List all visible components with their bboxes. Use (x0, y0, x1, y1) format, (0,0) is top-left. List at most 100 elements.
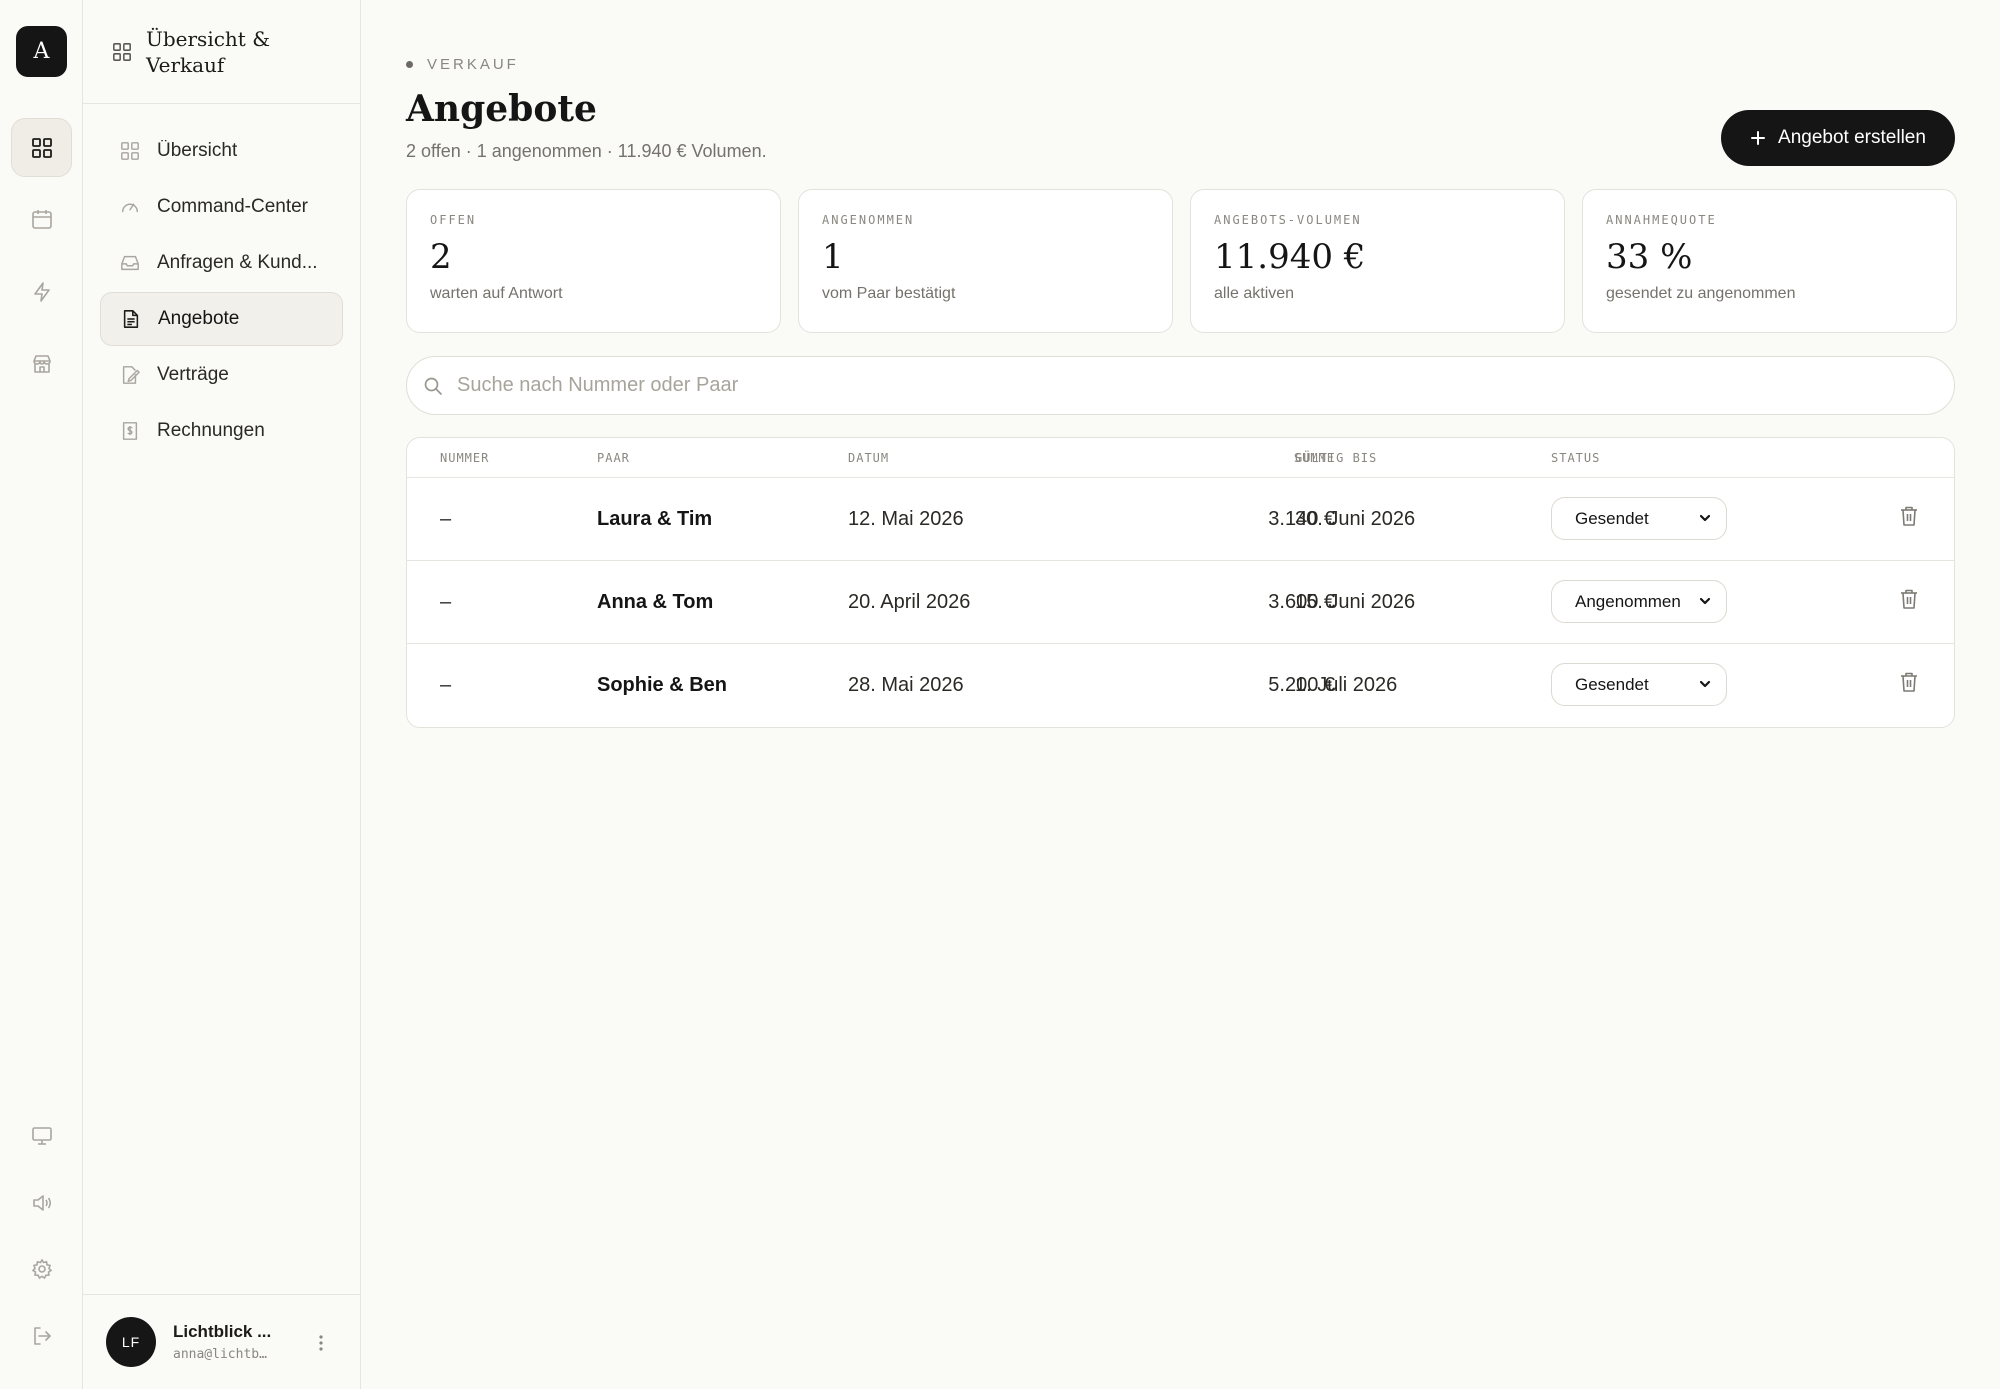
offer-date: 28. Mai 2026 (848, 674, 964, 696)
stat-caption: vom Paar bestätigt (822, 285, 956, 302)
rail-bolt-button[interactable] (11, 262, 72, 321)
status-value: Gesendet (1575, 508, 1649, 528)
store-icon (31, 353, 53, 375)
offer-valid-until: 15. Juni 2026 (1295, 591, 1416, 613)
monitor-icon (31, 1125, 53, 1147)
offer-number: – (440, 591, 452, 613)
stat-card-annahmequote: ANNAHMEQUOTE 33 % gesendet zu angenommen (1582, 189, 1957, 333)
document-icon (120, 308, 142, 330)
avatar: LF (106, 1317, 156, 1367)
stat-value: 11.940 € (1214, 237, 1366, 277)
search-bar (406, 356, 1955, 415)
column-header-gueltig-bis[interactable]: GÜLTIG BIS (1295, 451, 1377, 465)
sidebar-item-label: Übersicht (157, 140, 238, 161)
status-value: Angenommen (1575, 591, 1681, 611)
status-value: Gesendet (1575, 674, 1649, 694)
stat-card-volumen: ANGEBOTS-VOLUMEN 11.940 € alle aktiven (1190, 189, 1565, 333)
gauge-icon (119, 196, 141, 218)
user-email: anna@lichtb… (173, 1347, 267, 1362)
rail-speaker-button[interactable] (11, 1173, 72, 1232)
stat-label: OFFEN (430, 213, 477, 227)
plus-icon (1750, 130, 1766, 146)
chevron-down-icon (1698, 677, 1712, 691)
column-header-paar[interactable]: PAAR (597, 451, 630, 465)
table-row[interactable]: – Sophie & Ben 28. Mai 2026 5.200 € 1. J… (407, 644, 1954, 727)
sidebar-item-anfragen[interactable]: Anfragen & Kund... (100, 236, 343, 290)
offers-table: NUMMER PAAR DATUM SUMME GÜLTIG BIS STATU… (406, 437, 1955, 728)
stat-label: ANNAHMEQUOTE (1606, 213, 1717, 227)
rail-store-button[interactable] (11, 334, 72, 393)
stat-card-angenommen: ANGENOMMEN 1 vom Paar bestätigt (798, 189, 1173, 333)
stat-value: 1 (822, 237, 844, 277)
offer-date: 12. Mai 2026 (848, 508, 964, 530)
stat-value: 2 (430, 237, 452, 277)
eyebrow-label: VERKAUF (427, 56, 519, 73)
rail-grid-button[interactable] (11, 118, 72, 177)
column-header-nummer[interactable]: NUMMER (440, 451, 489, 465)
user-name: Lichtblick ... (173, 1322, 272, 1341)
rail-calendar-button[interactable] (11, 189, 72, 248)
trash-icon[interactable] (1900, 506, 1918, 526)
stat-label: ANGEBOTS-VOLUMEN (1214, 213, 1362, 227)
main-content: VERKAUF Angebote 2 offen · 1 angenommen … (362, 0, 2000, 1389)
sidebar-item-vertraege[interactable]: Verträge (100, 348, 343, 402)
chevron-down-icon (1698, 511, 1712, 525)
trash-icon[interactable] (1900, 672, 1918, 692)
page-title: Angebote (406, 88, 597, 130)
create-offer-button[interactable]: Angebot erstellen (1721, 110, 1955, 166)
logout-icon (31, 1325, 53, 1347)
sidebar-item-rechnungen[interactable]: Rechnungen (100, 404, 343, 458)
app-logo[interactable]: A (16, 26, 67, 77)
grid-icon (119, 140, 141, 162)
stat-value: 33 % (1606, 237, 1693, 277)
offer-valid-until: 1. Juli 2026 (1295, 674, 1398, 696)
inbox-icon (119, 252, 141, 274)
rail-monitor-button[interactable] (11, 1106, 72, 1165)
stat-caption: gesendet zu angenommen (1606, 285, 1796, 302)
column-header-status[interactable]: STATUS (1551, 451, 1600, 465)
trash-icon[interactable] (1900, 589, 1918, 609)
offer-date: 20. April 2026 (848, 591, 971, 613)
user-profile[interactable]: LF Lichtblick ... anna@lichtb… (83, 1294, 360, 1389)
offer-couple[interactable]: Sophie & Ben (597, 674, 727, 697)
offer-couple[interactable]: Anna & Tom (597, 591, 713, 614)
sidebar-item-uebersicht[interactable]: Übersicht (100, 124, 343, 178)
sidebar-header: Übersicht & Verkauf (83, 0, 360, 104)
rail-settings-button[interactable] (11, 1239, 72, 1298)
section-eyebrow: VERKAUF (406, 56, 519, 73)
sidebar-item-angebote[interactable]: Angebote (100, 292, 343, 346)
sidebar-item-command-center[interactable]: Command-Center (100, 180, 343, 234)
invoice-icon (119, 420, 141, 442)
stat-caption: warten auf Antwort (430, 285, 563, 302)
bolt-icon (31, 281, 53, 303)
offer-number: – (440, 674, 452, 696)
rail-logout-button[interactable] (11, 1306, 72, 1365)
calendar-icon (31, 208, 53, 230)
status-select[interactable]: Gesendet (1551, 663, 1727, 706)
table-row[interactable]: – Laura & Tim 12. Mai 2026 3.140 € 30. J… (407, 478, 1954, 561)
status-select[interactable]: Angenommen (1551, 580, 1727, 623)
contract-icon (119, 364, 141, 386)
sidebar-title: Übersicht & Verkauf (146, 26, 270, 77)
status-select[interactable]: Gesendet (1551, 497, 1727, 540)
offer-number: – (440, 508, 452, 530)
chevron-down-icon (1698, 594, 1712, 608)
grid-icon (112, 42, 132, 62)
table-row[interactable]: – Anna & Tom 20. April 2026 3.600 € 15. … (407, 561, 1954, 644)
search-icon (423, 376, 443, 396)
stat-caption: alle aktiven (1214, 285, 1295, 302)
column-header-datum[interactable]: DATUM (848, 451, 889, 465)
stat-label: ANGENOMMEN (822, 213, 915, 227)
stat-card-offen: OFFEN 2 warten auf Antwort (406, 189, 781, 333)
sidebar-item-label: Verträge (157, 364, 229, 385)
search-input[interactable] (457, 374, 1857, 397)
sidebar: Übersicht & Verkauf Übersicht Command-Ce… (83, 0, 361, 1389)
grid-icon (31, 137, 53, 159)
offer-couple[interactable]: Laura & Tim (597, 508, 712, 531)
more-vertical-icon[interactable] (318, 1333, 324, 1353)
sidebar-item-label: Angebote (158, 308, 240, 329)
stats-row: OFFEN 2 warten auf Antwort ANGENOMMEN 1 … (406, 189, 1957, 333)
table-header: NUMMER PAAR DATUM SUMME GÜLTIG BIS STATU… (407, 438, 1954, 478)
icon-rail: A (0, 0, 83, 1389)
sidebar-item-label: Command-Center (157, 196, 308, 217)
